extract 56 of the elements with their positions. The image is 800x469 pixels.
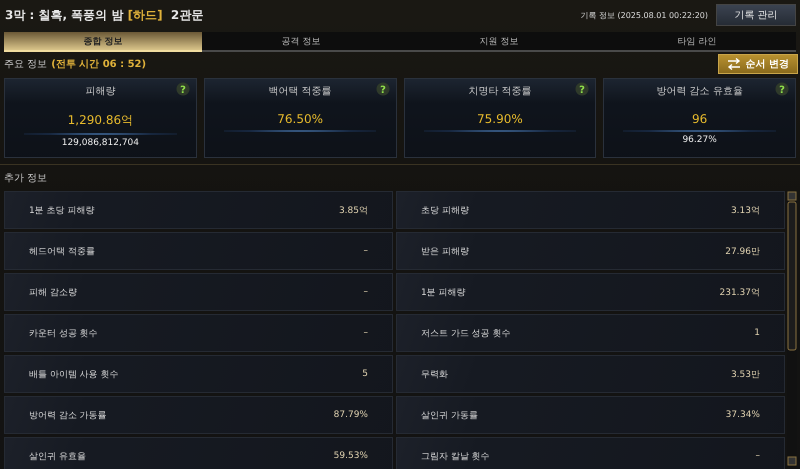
stat-value: 3.53만: [730, 368, 760, 380]
card-value: 76.50%: [277, 112, 323, 126]
tab[interactable]: 종합 정보: [4, 32, 202, 52]
stat-value: 3.13억: [730, 204, 760, 216]
card-value: 1,290.86억: [68, 112, 134, 129]
stat-value: 37.34%: [726, 410, 760, 420]
stat-label: 살인귀 유효율: [29, 450, 86, 462]
stat-label: 1분 피해량: [421, 286, 466, 298]
stat-label: 무력화: [421, 368, 448, 380]
button-label: 순서 변경: [746, 58, 789, 71]
stat-value: 87.79%: [334, 410, 368, 420]
stat-label: 저스트 가드 성공 횟수: [421, 328, 511, 340]
stat-label: 그림자 칼날 횟수: [421, 450, 490, 462]
stat-label: 받은 피해량: [421, 246, 469, 258]
section-label: 주요 정보: [4, 58, 48, 71]
stat-value: 59.53%: [334, 451, 368, 461]
card-value: 75.90%: [476, 112, 523, 126]
stat-label: 헤드어택 적중률: [29, 246, 95, 258]
stat-value: 231.37억: [720, 286, 760, 298]
help-icon[interactable]: ?: [575, 82, 590, 96]
card-title: 피해량: [85, 85, 116, 98]
record-info: 기록 정보 (2025.08.01 00:22:20): [580, 10, 708, 20]
card-subvalue: 96.27%: [682, 135, 717, 145]
stat-label: 살인귀 가동률: [421, 410, 478, 422]
tab[interactable]: 공격 정보: [202, 32, 400, 52]
stat-value: 27.96만: [725, 246, 760, 258]
card-value: 96: [692, 112, 708, 126]
stat-value: –: [756, 451, 760, 461]
tab[interactable]: 타임 라인: [598, 32, 796, 52]
help-icon[interactable]: ?: [176, 82, 190, 96]
stage-title: 3막 : 칠흑, 폭풍의 밤 [하드] 2관문: [5, 6, 204, 24]
stat-value: 1: [754, 328, 760, 338]
record-manage-button[interactable]: 기록 관리: [716, 4, 796, 26]
tab[interactable]: 지원 정보: [400, 32, 598, 52]
stat-label: 카운터 성공 횟수: [29, 328, 98, 340]
stat-label: 1분 초당 피해량: [29, 204, 94, 216]
scrollbar[interactable]: [787, 191, 797, 467]
section-label: 추가 정보: [3, 172, 48, 186]
stat-label: 방어력 감소 가동률: [29, 410, 107, 422]
stat-label: 초당 피해량: [421, 204, 469, 216]
card-title: 백어택 적중률: [268, 85, 332, 98]
swap-icon: [726, 58, 741, 70]
stat-label: 배틀 아이템 사용 횟수: [29, 368, 119, 380]
stat-label: 피해 감소량: [29, 286, 77, 298]
stat-value: 3.85억: [338, 204, 368, 216]
help-icon[interactable]: ?: [376, 82, 390, 96]
stat-value: –: [364, 246, 368, 256]
card-subvalue: 129,086,812,704: [62, 138, 140, 148]
stat-value: –: [364, 328, 368, 338]
card-title: 방어력 감소 유효율: [656, 85, 743, 98]
battle-time: (전투 시간 06 : 52): [51, 58, 146, 71]
stat-value: –: [364, 287, 368, 297]
card-title: 치명타 적중률: [468, 85, 532, 98]
order-change-button[interactable]: 순서 변경: [718, 54, 798, 74]
help-icon[interactable]: ?: [775, 82, 789, 96]
stat-value: 5: [362, 369, 368, 379]
